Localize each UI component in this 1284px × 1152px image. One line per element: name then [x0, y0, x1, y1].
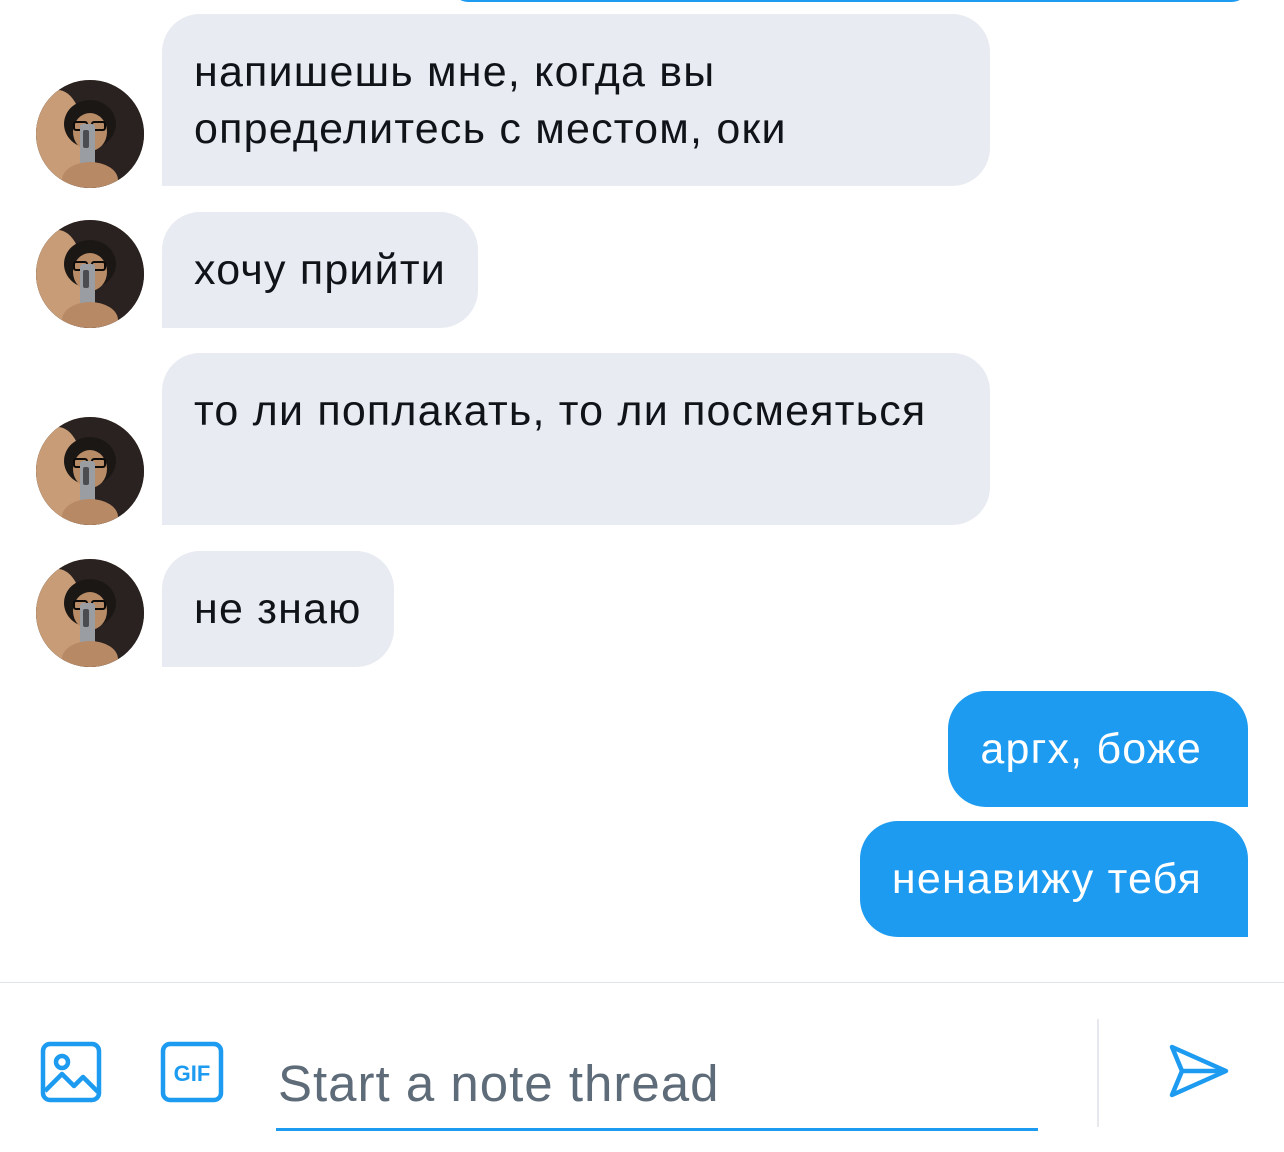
avatar-photo	[36, 220, 144, 328]
avatar[interactable]	[36, 220, 144, 328]
gif-label: GIF	[174, 1061, 211, 1086]
message-text: то ли поплакать, то ли посмеяться	[194, 387, 927, 435]
message-row: ненавижу тебя	[0, 821, 1284, 937]
previous-message-bubble-edge	[452, 0, 1248, 2]
avatar[interactable]	[36, 80, 144, 188]
message-composer: GIF	[0, 983, 1284, 1152]
message-row: аргх, боже	[0, 691, 1284, 807]
note-thread-input[interactable]	[276, 1023, 1038, 1131]
message-bubble-incoming[interactable]: то ли поплакать, то ли посмеяться	[162, 353, 990, 525]
composer-separator	[1097, 1019, 1099, 1127]
message-row: не знаю	[0, 551, 1284, 667]
gif-button[interactable]: GIF	[160, 1041, 224, 1103]
message-row: хочу прийти	[0, 212, 1284, 328]
avatar[interactable]	[36, 417, 144, 525]
avatar-photo	[36, 559, 144, 667]
message-bubble-incoming[interactable]: не знаю	[162, 551, 394, 667]
message-text: напишешь мне, когда вы определитесь с ме…	[194, 48, 787, 153]
message-row: то ли поплакать, то ли посмеяться	[0, 353, 1284, 525]
message-bubble-incoming[interactable]: напишешь мне, когда вы определитесь с ме…	[162, 14, 990, 186]
message-bubble-outgoing[interactable]: аргх, боже	[948, 691, 1248, 807]
message-text: не знаю	[194, 585, 362, 633]
avatar-photo	[36, 80, 144, 188]
avatar[interactable]	[36, 559, 144, 667]
message-text: ненавижу тебя	[891, 855, 1202, 903]
message-row: напишешь мне, когда вы определитесь с ме…	[0, 14, 1284, 188]
avatar-photo	[36, 417, 144, 525]
message-text: аргх, боже	[980, 725, 1202, 773]
message-text: хочу прийти	[194, 246, 446, 294]
message-bubble-incoming[interactable]: хочу прийти	[162, 212, 478, 328]
image-icon[interactable]	[40, 1041, 102, 1103]
message-bubble-outgoing[interactable]: ненавижу тебя	[859, 821, 1248, 937]
send-icon[interactable]	[1166, 1039, 1230, 1103]
